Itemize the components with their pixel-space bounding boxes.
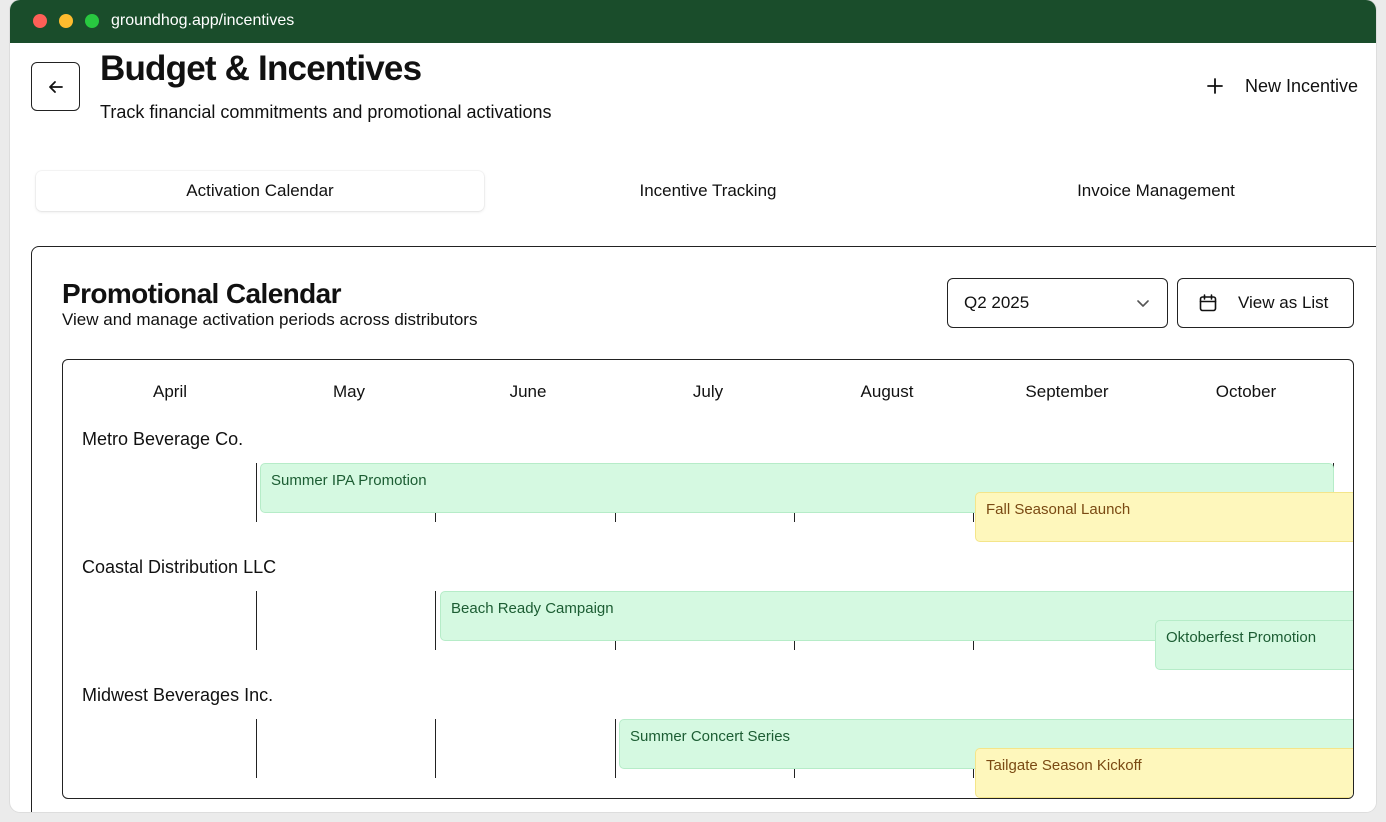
distributor-name: Midwest Beverages Inc.	[82, 685, 274, 705]
month-tick	[615, 641, 616, 650]
month-tick	[794, 769, 795, 778]
view-as-list-button[interactable]: View as List	[1177, 278, 1354, 328]
tab-activation-calendar[interactable]: Activation Calendar	[36, 171, 484, 211]
month-tick	[973, 513, 974, 522]
address-bar-url[interactable]: groundhog.app/incentives	[111, 12, 294, 30]
back-button[interactable]	[31, 62, 80, 111]
row-divider	[435, 719, 436, 778]
promotional-calendar-card: Promotional Calendar View and manage act…	[31, 246, 1376, 812]
maximize-window-button[interactable]	[85, 14, 99, 28]
browser-window: groundhog.app/incentives Budget & Incent…	[10, 0, 1376, 812]
month-header: June	[509, 382, 547, 401]
card-subtitle: View and manage activation periods acros…	[62, 310, 478, 329]
browser-titlebar: groundhog.app/incentives	[10, 0, 1376, 43]
month-header: July	[692, 382, 724, 401]
quarter-select[interactable]: Q2 2025	[947, 278, 1168, 328]
month-header: October	[1215, 382, 1277, 401]
distributor-name: Coastal Distribution LLC	[82, 557, 277, 577]
month-header: August	[860, 382, 914, 401]
month-header: September	[1025, 382, 1109, 401]
close-window-button[interactable]	[33, 14, 47, 28]
month-tick	[794, 513, 795, 522]
page-title: Budget & Incentives	[100, 49, 422, 88]
minimize-window-button[interactable]	[59, 14, 73, 28]
month-tick	[794, 641, 795, 650]
arrow-left-icon	[48, 80, 63, 93]
row-divider	[435, 591, 436, 650]
tab-invoice-management[interactable]: Invoice Management	[932, 171, 1376, 211]
quarter-select-value: Q2 2025	[964, 293, 1030, 312]
month-tick	[435, 513, 436, 522]
month-header: April	[152, 382, 187, 401]
month-tick	[615, 513, 616, 522]
view-as-list-label: View as List	[1238, 293, 1329, 312]
tab-incentive-tracking[interactable]: Incentive Tracking	[484, 171, 932, 211]
tab-list: Activation Calendar Incentive Tracking I…	[30, 171, 1376, 215]
month-tick	[973, 641, 974, 650]
activation-bar[interactable]: Tailgate Season Kickoff	[975, 748, 1353, 798]
activation-bar[interactable]: Fall Seasonal Launch	[975, 492, 1353, 542]
row-divider	[615, 719, 616, 778]
card-title: Promotional Calendar	[62, 278, 342, 309]
month-header: May	[332, 382, 366, 401]
page-content: Budget & Incentives Track financial comm…	[10, 43, 1376, 812]
plus-icon	[1205, 76, 1225, 96]
page-subtitle: Track financial commitments and promotio…	[100, 102, 552, 122]
activation-timeline: April May June July August September Oct…	[62, 359, 1354, 799]
month-tick	[973, 769, 974, 778]
row-divider	[256, 463, 257, 522]
row-divider	[256, 591, 257, 650]
calendar-icon	[1199, 294, 1217, 312]
new-incentive-label: New Incentive	[1245, 75, 1359, 96]
row-divider	[256, 719, 257, 778]
distributor-name: Metro Beverage Co.	[82, 429, 244, 449]
chevron-down-icon	[1137, 300, 1149, 307]
new-incentive-button[interactable]: New Incentive	[1205, 73, 1358, 99]
activation-bar[interactable]: Oktoberfest Promotion	[1155, 620, 1353, 670]
